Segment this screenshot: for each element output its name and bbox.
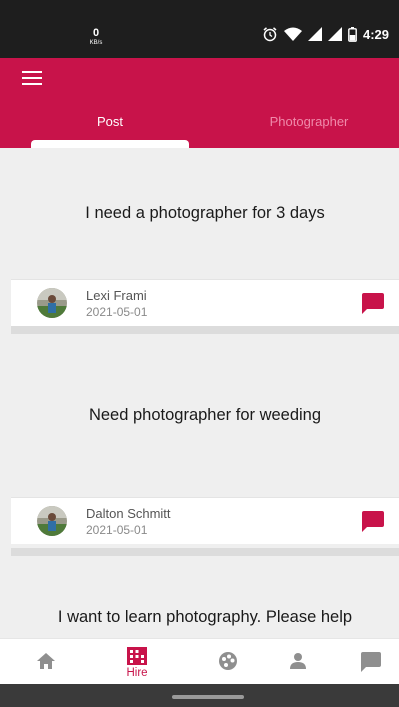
nav-home[interactable] (16, 639, 76, 685)
message-icon (362, 511, 384, 532)
post-text: I need a photographer for 3 days (85, 204, 325, 222)
battery-icon (348, 26, 357, 42)
system-navigation-bar (0, 684, 399, 707)
active-tab-indicator (31, 140, 189, 148)
post-text: Need photographer for weeding (88, 406, 322, 424)
app-bar: Post Photographer (0, 58, 399, 148)
alarm-icon (263, 27, 277, 42)
nav-palette[interactable] (198, 639, 258, 685)
bottom-navigation: Hire (0, 638, 399, 685)
person-icon (290, 653, 306, 669)
home-icon (37, 653, 55, 669)
post-date: 2021-05-01 (86, 523, 148, 537)
post-divider (11, 548, 399, 556)
nav-hire-label: Hire (126, 667, 148, 679)
avatar (37, 506, 67, 536)
message-button[interactable] (361, 293, 385, 315)
avatar-image (37, 506, 67, 536)
wifi-icon (283, 27, 302, 41)
net-speed-value: 0 (92, 27, 100, 39)
nav-chat[interactable] (341, 639, 399, 685)
post-text: I want to learn photography. Please help (57, 608, 353, 626)
post-footer: Lexi Frami 2021-05-01 (11, 279, 399, 326)
signal-icon (307, 27, 322, 41)
avatar-image (37, 288, 67, 318)
net-speed-unit: KB/s (89, 40, 103, 46)
hire-icon (127, 647, 147, 665)
clock: 4:29 (362, 26, 389, 42)
message-button[interactable] (361, 511, 385, 533)
menu-icon (22, 71, 42, 85)
author-name: Lexi Frami (86, 288, 147, 303)
post-date: 2021-05-01 (86, 305, 148, 319)
home-gesture-handle[interactable] (172, 695, 244, 699)
status-bar: 0 KB/s 4:29 (0, 0, 399, 58)
palette-icon (219, 652, 237, 670)
post-card[interactable]: Need photographer for weeding Dalton Sch… (11, 334, 399, 544)
post-footer: Dalton Schmitt 2021-05-01 (11, 497, 399, 544)
nav-profile[interactable] (268, 639, 328, 685)
net-speed-indicator: 0 KB/s (86, 27, 106, 47)
author-name: Dalton Schmitt (86, 506, 171, 521)
signal-icon (327, 27, 342, 41)
post-card[interactable]: I want to learn photography. Please help (11, 556, 399, 638)
avatar (37, 288, 67, 318)
message-icon (362, 293, 384, 314)
tab-photographer[interactable]: Photographer (230, 108, 388, 148)
post-feed[interactable]: I need a photographer for 3 days Lexi Fr… (0, 148, 399, 638)
post-divider (11, 326, 399, 334)
status-icons: 4:29 (262, 26, 389, 42)
nav-hire[interactable]: Hire (107, 639, 167, 685)
menu-button[interactable] (22, 71, 50, 91)
post-card[interactable]: I need a photographer for 3 days Lexi Fr… (11, 148, 399, 326)
chat-icon (361, 652, 381, 672)
